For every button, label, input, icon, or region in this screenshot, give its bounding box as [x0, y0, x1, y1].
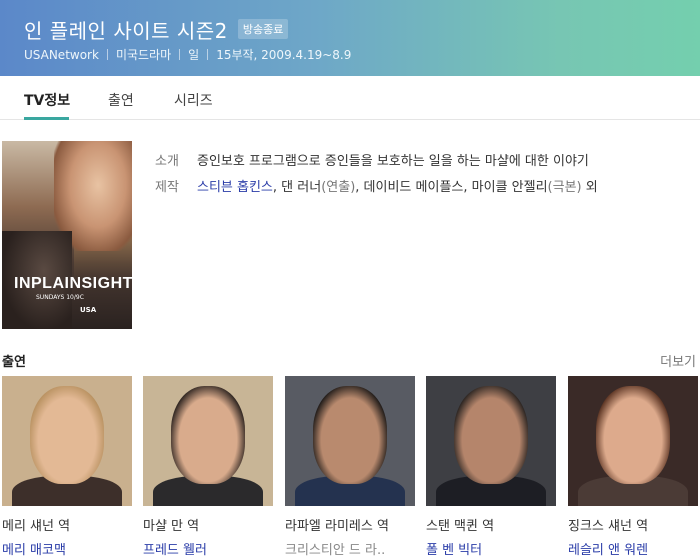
- header-banner: 인 플레인 사이트 시즌2 방송종료 USANetwork 미국드라마 일 15…: [0, 0, 700, 76]
- title-row: 인 플레인 사이트 시즌2 방송종료: [24, 15, 289, 44]
- cast-role: 마샬 만 역: [143, 519, 200, 534]
- cast-actor-link[interactable]: 레슬리 앤 워렌: [568, 539, 698, 558]
- cast-actor-link[interactable]: 프레드 웰러: [143, 539, 273, 558]
- staff-etc: 외: [581, 180, 598, 195]
- cast-role: 스탠 맥퀸 역: [426, 519, 495, 534]
- cast-photo-head-shape: [30, 386, 104, 484]
- active-tab-indicator: [24, 117, 69, 120]
- staff-role-writing: (극본): [547, 180, 582, 195]
- tab-cast[interactable]: 출연: [108, 90, 134, 110]
- cast-role: 징크스 섀넌 역: [568, 519, 649, 534]
- staff-row: 제작 스티븐 홉킨스, 댄 러너(연출), 데이비드 메이플스, 마이클 안젤리…: [155, 176, 598, 195]
- meta-row: USANetwork 미국드라마 일 15부작, 2009.4.19~8.9: [24, 46, 351, 63]
- staff-list: 스티븐 홉킨스, 댄 러너(연출), 데이비드 메이플스, 마이클 안젤리(극본…: [197, 176, 598, 195]
- tab-tv-info[interactable]: TV정보: [24, 90, 70, 110]
- page-title[interactable]: 인 플레인 사이트 시즌2: [24, 15, 228, 44]
- poster-title: INPLAINSIGHT: [14, 275, 132, 292]
- poster-subtitle: SUNDAYS 10/9C: [36, 294, 84, 301]
- cast-photo-head-shape: [454, 386, 528, 484]
- cast-actor-link[interactable]: 폴 벤 빅터: [426, 539, 556, 558]
- meta-network: USANetwork: [24, 47, 99, 62]
- cast-card[interactable]: 메리 섀넌 역메리 매코맥: [2, 376, 132, 558]
- poster-image[interactable]: INPLAINSIGHT SUNDAYS 10/9C USA: [2, 141, 132, 329]
- cast-photo[interactable]: [426, 376, 556, 506]
- tab-series[interactable]: 시리즈: [174, 90, 213, 110]
- meta-day: 일: [188, 48, 200, 62]
- cast-photo[interactable]: [2, 376, 132, 506]
- staff-director-link[interactable]: 스티븐 홉킨스: [197, 180, 273, 195]
- cast-card[interactable]: 마샬 만 역프레드 웰러: [143, 376, 273, 558]
- staff-role-directing: (연출): [321, 180, 356, 195]
- cast-role: 라파엘 라미레스 역: [285, 519, 389, 534]
- tab-bar: TV정보 출연 시리즈: [0, 76, 700, 120]
- intro-text: 증인보호 프로그램으로 증인들을 보호하는 일을 하는 마샬에 대한 이야기: [197, 154, 589, 169]
- staff-label: 제작: [155, 180, 179, 195]
- staff-director-2: 댄 러너: [277, 180, 322, 195]
- more-link[interactable]: 더보기: [660, 351, 696, 370]
- cast-photo[interactable]: [285, 376, 415, 506]
- meta-divider: [207, 49, 209, 60]
- staff-writers: 데이비드 메이플스, 마이클 안젤리: [359, 180, 548, 195]
- cast-photo[interactable]: [568, 376, 698, 506]
- meta-divider: [179, 49, 181, 60]
- poster-network-logo: USA: [80, 306, 97, 314]
- cast-actor-link[interactable]: 크리스티안 드 라..: [285, 539, 415, 558]
- cast-card[interactable]: 스탠 맥퀸 역폴 벤 빅터: [426, 376, 556, 558]
- cast-photo-head-shape: [313, 386, 387, 484]
- cast-photo[interactable]: [143, 376, 273, 506]
- cast-role: 메리 섀넌 역: [2, 519, 71, 534]
- cast-card[interactable]: 징크스 섀넌 역레슬리 앤 워렌: [568, 376, 698, 558]
- cast-actor-link[interactable]: 메리 매코맥: [2, 539, 132, 558]
- meta-episodes: 15부작, 2009.4.19~8.9: [216, 48, 352, 62]
- meta-divider: [106, 49, 108, 60]
- cast-card[interactable]: 라파엘 라미레스 역크리스티안 드 라..: [285, 376, 415, 558]
- cast-photo-head-shape: [596, 386, 670, 484]
- cast-photo-head-shape: [171, 386, 245, 484]
- status-badge: 방송종료: [237, 19, 289, 39]
- cast-heading: 출연: [2, 355, 26, 370]
- intro-row: 소개 증인보호 프로그램으로 증인들을 보호하는 일을 하는 마샬에 대한 이야…: [155, 150, 589, 169]
- intro-label: 소개: [155, 154, 179, 169]
- meta-genre: 미국드라마: [115, 48, 172, 62]
